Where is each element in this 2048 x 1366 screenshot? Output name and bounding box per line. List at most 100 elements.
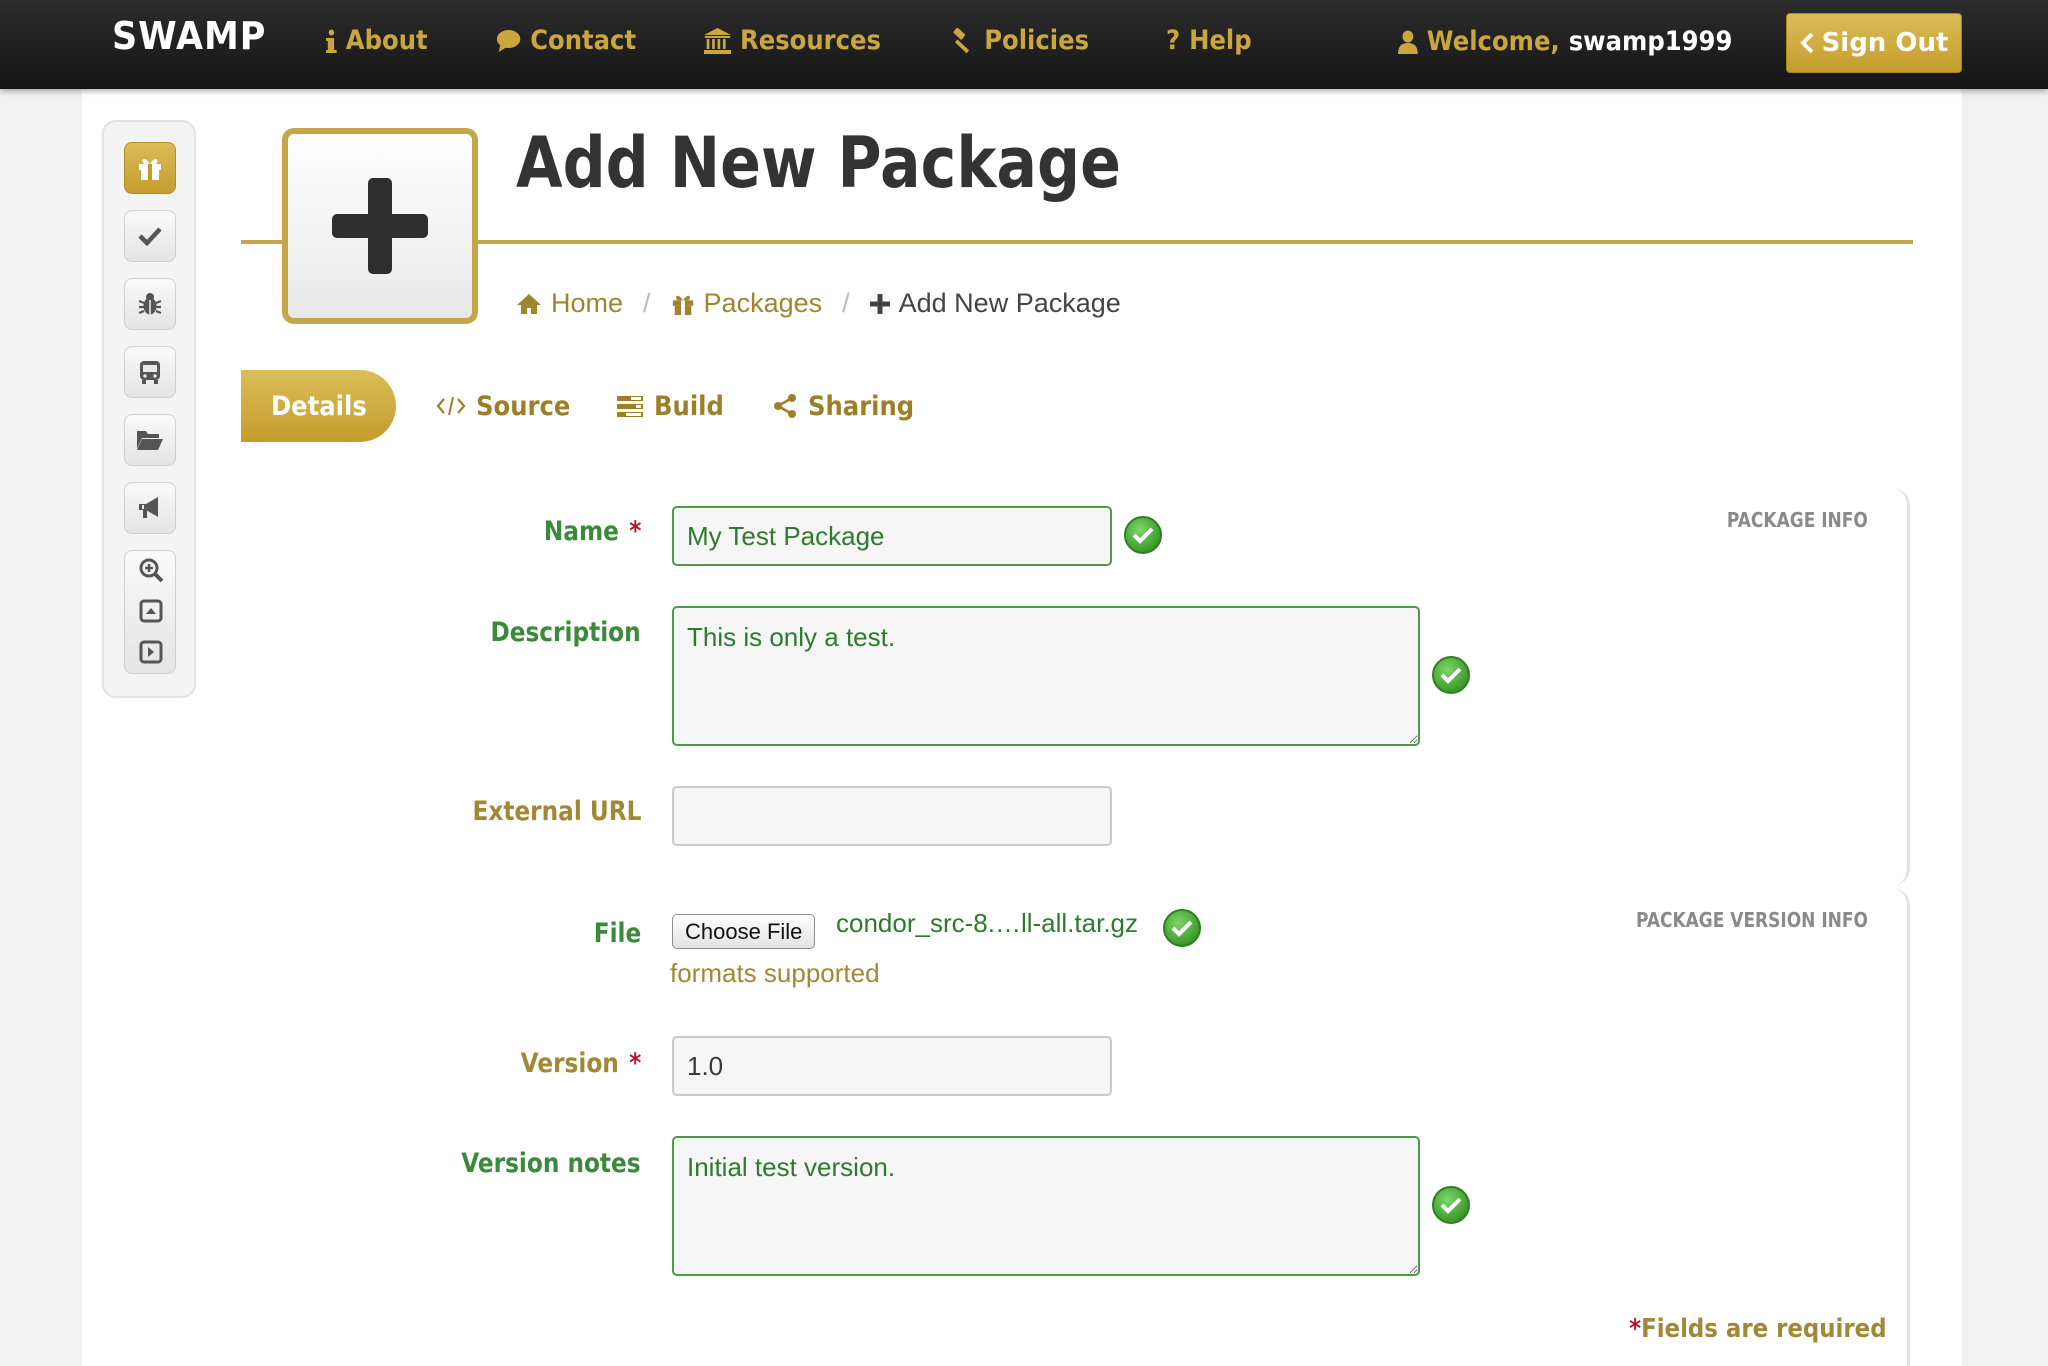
title-divider bbox=[241, 240, 1913, 244]
name-valid-check-icon bbox=[1124, 516, 1162, 554]
tab-source-label: Source bbox=[476, 390, 571, 422]
required-note-star: * bbox=[1629, 1314, 1642, 1344]
choose-file-button[interactable]: Choose File bbox=[672, 914, 816, 949]
expand-right-button[interactable] bbox=[138, 639, 164, 665]
collapse-up-icon bbox=[139, 599, 163, 623]
breadcrumb-packages[interactable]: Packages bbox=[671, 288, 823, 319]
check-icon bbox=[138, 227, 162, 246]
plus-icon bbox=[332, 178, 428, 274]
chat-bubble-icon bbox=[496, 29, 521, 52]
breadcrumb-current-label: Add New Package bbox=[898, 288, 1121, 318]
description-label: Description bbox=[490, 617, 641, 648]
sidebar-view-controls bbox=[124, 550, 176, 674]
selected-file-name: condor_src-8.…ll-all.tar.gz bbox=[836, 908, 1138, 938]
version-notes-textarea[interactable]: Initial test version. bbox=[672, 1136, 1420, 1276]
welcome-prefix: Welcome, bbox=[1426, 26, 1560, 57]
page-title: Add New Package bbox=[516, 122, 1121, 204]
nav-contact[interactable]: Contact bbox=[496, 25, 636, 56]
name-label-text: Name bbox=[543, 516, 619, 547]
nav-policies[interactable]: Policies bbox=[950, 25, 1089, 56]
section-package-info: PACKAGE INFO bbox=[1727, 508, 1868, 532]
bullhorn-icon bbox=[139, 497, 158, 518]
welcome-user[interactable]: Welcome, swamp1999 bbox=[1398, 26, 1732, 57]
sidebar-rail bbox=[102, 120, 196, 698]
external-url-input[interactable] bbox=[672, 786, 1112, 846]
formats-supported-link[interactable]: formats supported bbox=[670, 958, 880, 989]
bug-icon bbox=[138, 293, 162, 315]
version-notes-valid-check-icon bbox=[1432, 1186, 1470, 1224]
gavel-icon bbox=[953, 27, 970, 53]
nav-resources[interactable]: Resources bbox=[704, 25, 881, 56]
breadcrumb-packages-label: Packages bbox=[703, 288, 823, 318]
required-marker: * bbox=[628, 516, 641, 547]
top-navbar: SWAMP About Contact Resources Policies ?… bbox=[0, 0, 2048, 89]
tab-details-label: Details bbox=[271, 390, 367, 422]
breadcrumb-separator: / bbox=[842, 288, 850, 318]
package-version-panel-border bbox=[1890, 888, 1910, 1366]
sidebar-events[interactable] bbox=[124, 482, 176, 534]
gift-icon bbox=[139, 159, 161, 180]
nav-about-label: About bbox=[345, 25, 428, 56]
tab-sharing-label: Sharing bbox=[808, 390, 915, 422]
brand-logo[interactable]: SWAMP bbox=[112, 14, 266, 58]
nav-about[interactable]: About bbox=[326, 25, 428, 56]
home-icon bbox=[517, 293, 541, 314]
institution-icon bbox=[704, 27, 731, 54]
sidebar-runs[interactable] bbox=[124, 346, 176, 398]
sidebar-packages[interactable] bbox=[124, 142, 176, 194]
tab-sharing[interactable]: Sharing bbox=[752, 370, 946, 442]
chevron-left-icon bbox=[1799, 32, 1813, 54]
version-input[interactable] bbox=[672, 1036, 1112, 1096]
tab-build-label: Build bbox=[654, 390, 724, 422]
name-input[interactable] bbox=[672, 506, 1112, 566]
required-note-text: Fields are required bbox=[1641, 1314, 1887, 1344]
external-url-label: External URL bbox=[472, 796, 641, 827]
package-info-panel-border bbox=[1890, 488, 1910, 886]
nav-help-label: Help bbox=[1189, 25, 1252, 56]
required-fields-note: *Fields are required bbox=[1630, 1314, 1887, 1344]
nav-resources-label: Resources bbox=[740, 25, 881, 56]
tasks-icon bbox=[617, 396, 643, 417]
plus-icon bbox=[869, 293, 890, 314]
collapse-up-button[interactable] bbox=[138, 598, 164, 624]
description-textarea[interactable]: This is only a test. bbox=[672, 606, 1420, 746]
tab-source[interactable]: Source bbox=[416, 370, 601, 442]
breadcrumb-home[interactable]: Home bbox=[516, 288, 623, 319]
nav-help[interactable]: ? Help bbox=[1166, 25, 1252, 56]
name-label: Name * bbox=[543, 516, 641, 547]
code-icon bbox=[436, 396, 466, 416]
nav-policies-label: Policies bbox=[984, 25, 1090, 56]
version-notes-label: Version notes bbox=[461, 1148, 641, 1179]
tab-build[interactable]: Build bbox=[596, 370, 752, 442]
description-valid-check-icon bbox=[1432, 656, 1470, 694]
nav-contact-label: Contact bbox=[530, 25, 637, 56]
breadcrumb-separator: / bbox=[643, 288, 651, 318]
bus-icon bbox=[140, 361, 160, 384]
gift-icon bbox=[672, 295, 693, 315]
question-icon: ? bbox=[1166, 25, 1181, 56]
required-marker: * bbox=[628, 1048, 641, 1079]
info-icon bbox=[326, 29, 337, 53]
zoom-in-icon bbox=[139, 558, 164, 583]
section-package-version-info: PACKAGE VERSION INFO bbox=[1636, 908, 1868, 932]
sidebar-assessments[interactable] bbox=[124, 210, 176, 262]
breadcrumb: Home / Packages / Add New Package bbox=[516, 288, 1121, 319]
share-icon bbox=[774, 394, 796, 418]
expand-right-icon bbox=[139, 640, 163, 664]
folder-open-icon bbox=[137, 431, 163, 450]
sidebar-projects[interactable] bbox=[124, 414, 176, 466]
version-label: Version * bbox=[520, 1048, 641, 1079]
sign-out-button[interactable]: Sign Out bbox=[1786, 13, 1962, 73]
zoom-in-button[interactable] bbox=[138, 557, 164, 583]
file-valid-check-icon bbox=[1163, 909, 1201, 947]
username: swamp1999 bbox=[1568, 26, 1733, 57]
sidebar-results[interactable] bbox=[124, 278, 176, 330]
breadcrumb-current: Add New Package bbox=[869, 288, 1121, 319]
tab-details[interactable]: Details bbox=[241, 370, 396, 442]
breadcrumb-home-label: Home bbox=[551, 288, 624, 318]
user-icon bbox=[1398, 30, 1418, 54]
sign-out-label: Sign Out bbox=[1821, 28, 1949, 58]
version-label-text: Version bbox=[520, 1048, 619, 1079]
file-label: File bbox=[593, 918, 641, 949]
page-header-icon bbox=[282, 128, 478, 324]
